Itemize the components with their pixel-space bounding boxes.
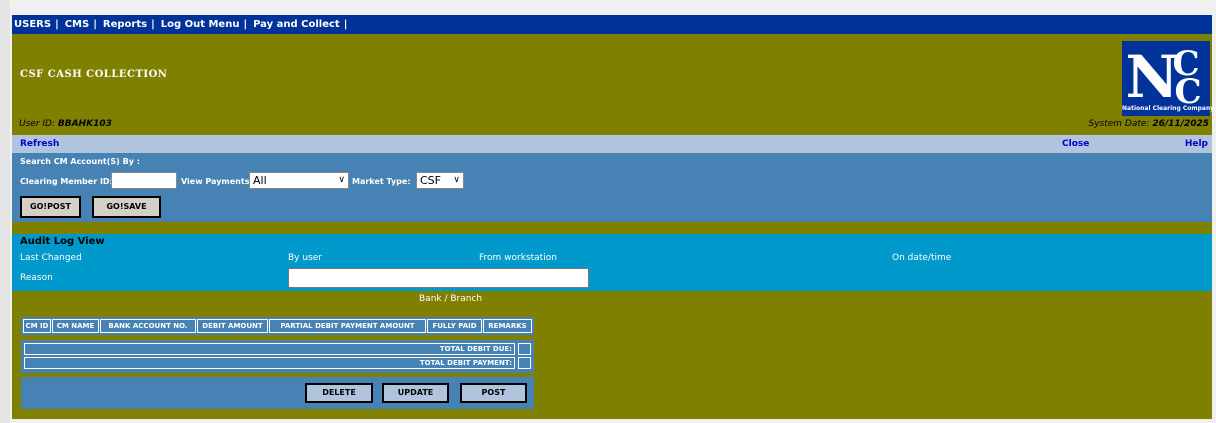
nav-separator: | [93,19,97,30]
system-date-label: System Date: [1088,119,1150,129]
nav-separator: | [151,19,155,30]
close-link[interactable]: Close [1062,135,1089,153]
market-type-value: CSF [420,174,441,187]
nav-reports[interactable]: Reports [101,15,147,34]
nav-logout-menu[interactable]: Log Out Menu [159,15,240,34]
top-nav: USERS | CMS | Reports | Log Out Menu | Pay and C… [12,15,1212,34]
view-payments-value: All [253,174,267,187]
help-link[interactable]: Help [1185,135,1208,153]
svg-text:N: N [1125,43,1178,111]
total-debit-due-label: TOTAL DEBIT DUE: [24,343,515,355]
search-heading: Search CM Account(S) By : [20,157,140,166]
total-debit-payment-value [518,357,531,369]
col-cm-name: CM NAME [52,319,99,333]
user-id: User ID: BBAHK103 [19,119,112,129]
market-type-select[interactable]: CSF ∨ [416,172,464,189]
collection-table-header: CM ID CM NAME BANK ACCOUNT NO. DEBIT AMO… [21,317,534,335]
totals-panel: TOTAL DEBIT DUE: TOTAL DEBIT PAYMENT: [21,340,534,373]
col-cm-id: CM ID [23,319,51,333]
nav-pay-and-collect[interactable]: Pay and Collect [251,15,340,34]
col-debit-amount: DEBIT AMOUNT [197,319,268,333]
nav-cms[interactable]: CMS [63,15,90,34]
post-button[interactable]: POST [460,383,527,403]
page-title: CSF CASH COLLECTION [20,69,168,80]
col-remarks: REMARKS [483,319,532,333]
system-date-value: 26/11/2025 [1152,119,1209,129]
gopost-button[interactable]: GO!POST [20,196,81,218]
last-changed-label: Last Changed [20,253,82,263]
cm-id-input[interactable] [111,172,177,189]
cm-id-label: Clearing Member ID: [20,177,113,186]
page-frame: USERS | CMS | Reports | Log Out Menu | Pay and C… [0,0,1216,423]
delete-button[interactable]: DELETE [305,383,373,403]
user-id-label: User ID: [19,119,55,129]
left-border [0,0,10,423]
update-button[interactable]: UPDATE [382,383,449,403]
bank-branch-label: Bank / Branch [419,294,483,304]
audit-log-panel: Audit Log View Last Changed By user From… [12,234,1212,291]
chevron-down-icon: ∨ [338,175,345,185]
col-partial-debit-payment: PARTIAL DEBIT PAYMENT AMOUNT [269,319,426,333]
view-payments-select[interactable]: All ∨ [249,172,349,189]
view-payments-label: View Payments [181,177,250,186]
system-date: System Date: 26/11/2025 [1088,119,1209,129]
user-id-value: BBAHK103 [57,119,112,129]
nav-separator: | [55,19,59,30]
from-workstation-label: From workstation [479,253,557,263]
on-date-time-label: On date/time [892,253,952,263]
audit-title: Audit Log View [20,236,105,247]
reason-input[interactable] [288,268,589,288]
chevron-down-icon: ∨ [453,175,460,185]
refresh-link[interactable]: Refresh [20,135,59,153]
action-toolbar: Refresh Close Help [12,135,1212,153]
total-debit-payment-label: TOTAL DEBIT PAYMENT: [24,357,515,369]
by-user-label: By user [288,253,322,263]
gosave-button[interactable]: GO!SAVE [92,196,161,218]
ncc-logo: N C C National Clearing Company [1122,41,1215,116]
reason-label: Reason [20,273,53,283]
market-type-label: Market Type: [352,177,411,186]
search-panel: Search CM Account(S) By : Clearing Membe… [12,153,1212,222]
nav-separator: | [243,19,248,30]
col-bank-account: BANK ACCOUNT NO. [100,319,196,333]
main-panel: CSF CASH COLLECTION N C C National Clear… [12,34,1215,419]
action-buttons-panel: DELETE UPDATE POST [21,377,534,409]
nav-separator: | [343,19,348,30]
logo-caption: National Clearing Company [1122,105,1215,112]
col-fully-paid: FULLY PAID [427,319,482,333]
nav-users[interactable]: USERS [12,15,51,34]
total-debit-due-value [518,343,531,355]
